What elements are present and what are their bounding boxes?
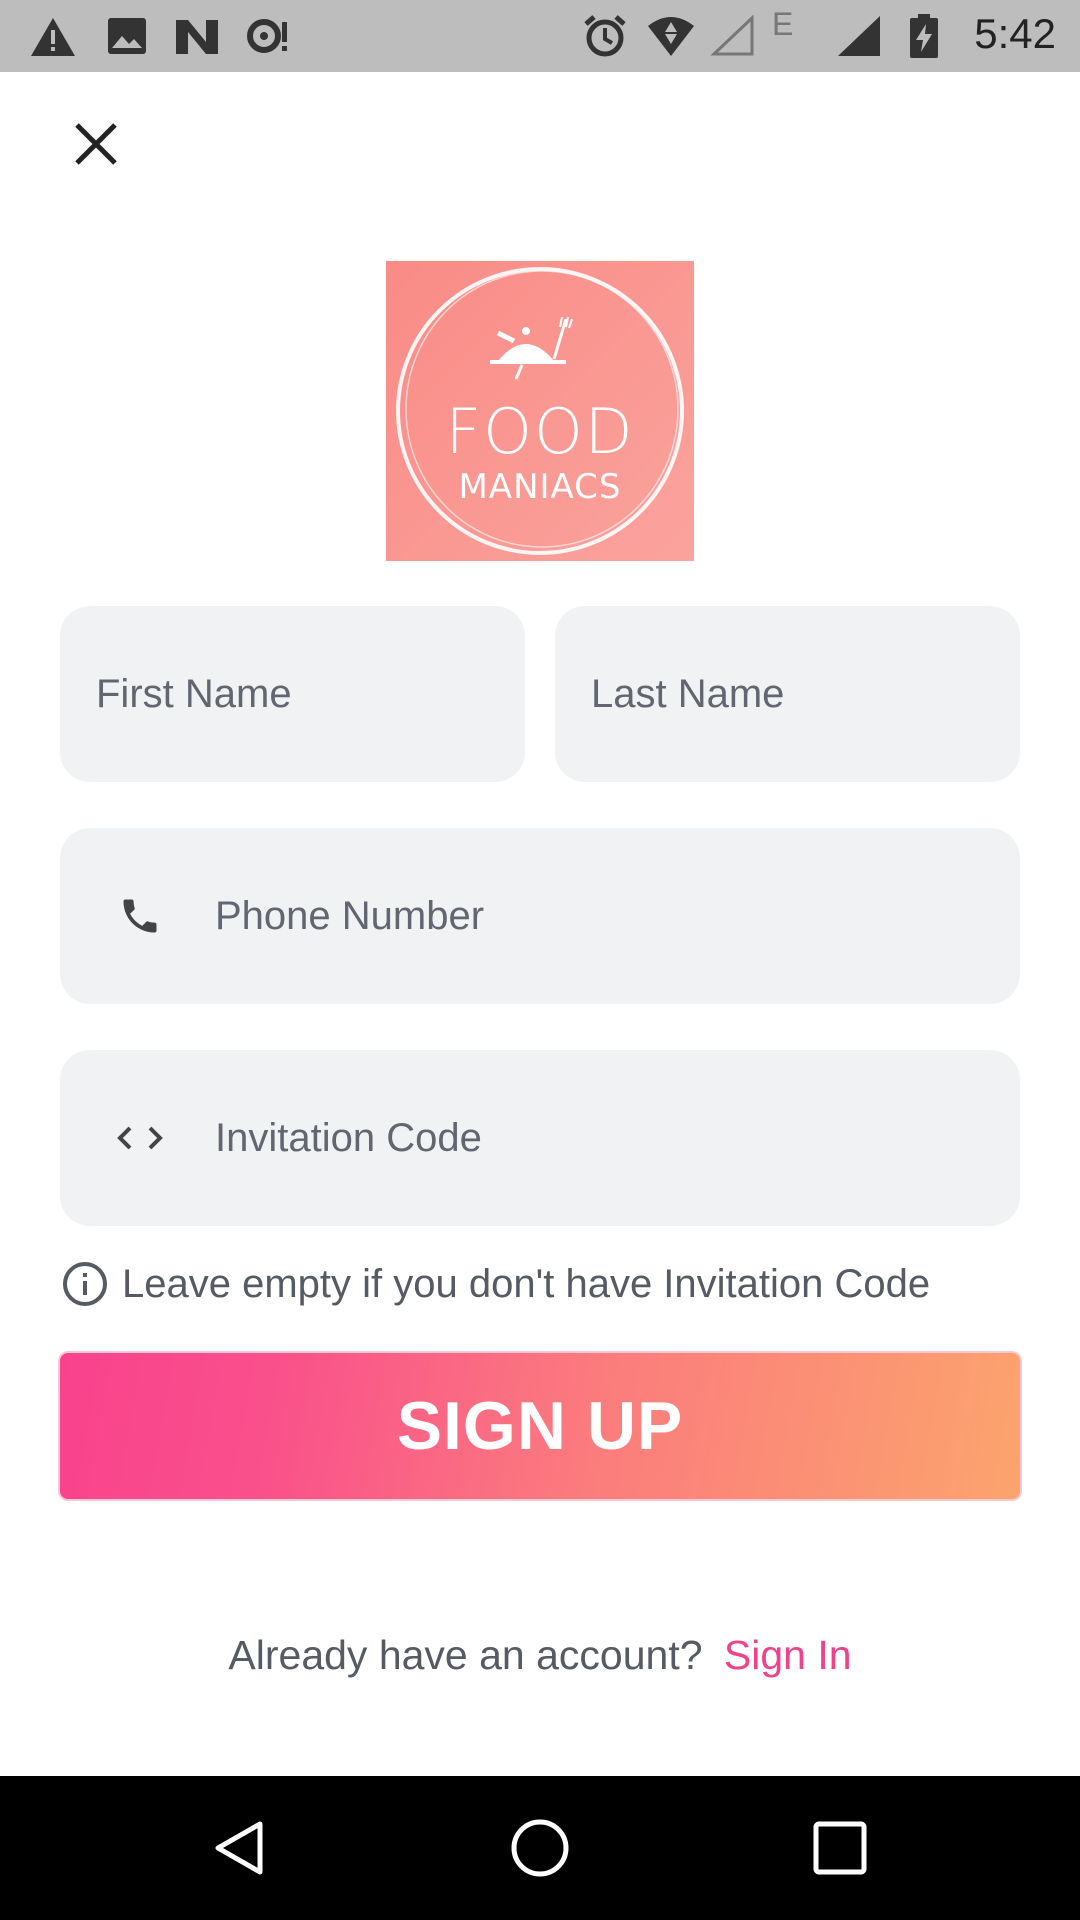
code-icon <box>110 1108 170 1168</box>
info-icon <box>63 1262 107 1306</box>
invitation-code-field[interactable] <box>60 1050 1020 1226</box>
signal-full-icon <box>834 12 884 60</box>
phone-input[interactable] <box>215 893 1020 939</box>
status-bar: E 5:42 <box>0 0 1080 72</box>
back-button[interactable] <box>204 1812 276 1884</box>
close-button[interactable] <box>60 108 132 180</box>
phone-icon <box>110 886 170 946</box>
battery-charging-icon <box>906 12 942 60</box>
food-maniacs-logo: FOOD MANIACS <box>386 261 694 561</box>
navigation-bar <box>0 1776 1080 1920</box>
recents-icon <box>813 1821 867 1875</box>
signin-prompt: Already have an account? Sign In <box>0 1632 1080 1679</box>
home-icon <box>511 1819 569 1877</box>
logo-text-food: FOOD <box>445 395 635 468</box>
n-icon <box>172 12 222 60</box>
invitation-hint: Leave empty if you don't have Invitation… <box>62 1258 930 1310</box>
hint-text: Leave empty if you don't have Invitation… <box>122 1261 931 1306</box>
phone-field[interactable] <box>60 828 1020 1004</box>
first-name-input[interactable] <box>96 671 525 717</box>
alarm-icon <box>580 12 630 60</box>
edge-icon: E <box>772 6 794 42</box>
home-button[interactable] <box>504 1812 576 1884</box>
last-name-input[interactable] <box>591 671 1020 717</box>
signin-link[interactable]: Sign In <box>724 1632 852 1678</box>
logo-text-maniacs: MANIACS <box>458 467 622 507</box>
sync-alert-icon <box>244 12 294 60</box>
signin-prompt-text: Already have an account? <box>228 1632 703 1678</box>
image-icon <box>102 12 152 60</box>
recents-button[interactable] <box>804 1812 876 1884</box>
first-name-field[interactable] <box>60 606 525 782</box>
signal-empty-icon <box>708 12 758 60</box>
wifi-icon <box>646 12 696 60</box>
alert-icon <box>28 12 78 60</box>
signup-button[interactable]: SIGN UP <box>58 1351 1022 1501</box>
invitation-code-input[interactable] <box>215 1115 1020 1161</box>
back-icon <box>215 1821 263 1875</box>
close-icon <box>75 123 117 165</box>
signup-button-label: SIGN UP <box>396 1388 684 1464</box>
last-name-field[interactable] <box>555 606 1020 782</box>
status-time: 5:42 <box>974 10 1056 57</box>
